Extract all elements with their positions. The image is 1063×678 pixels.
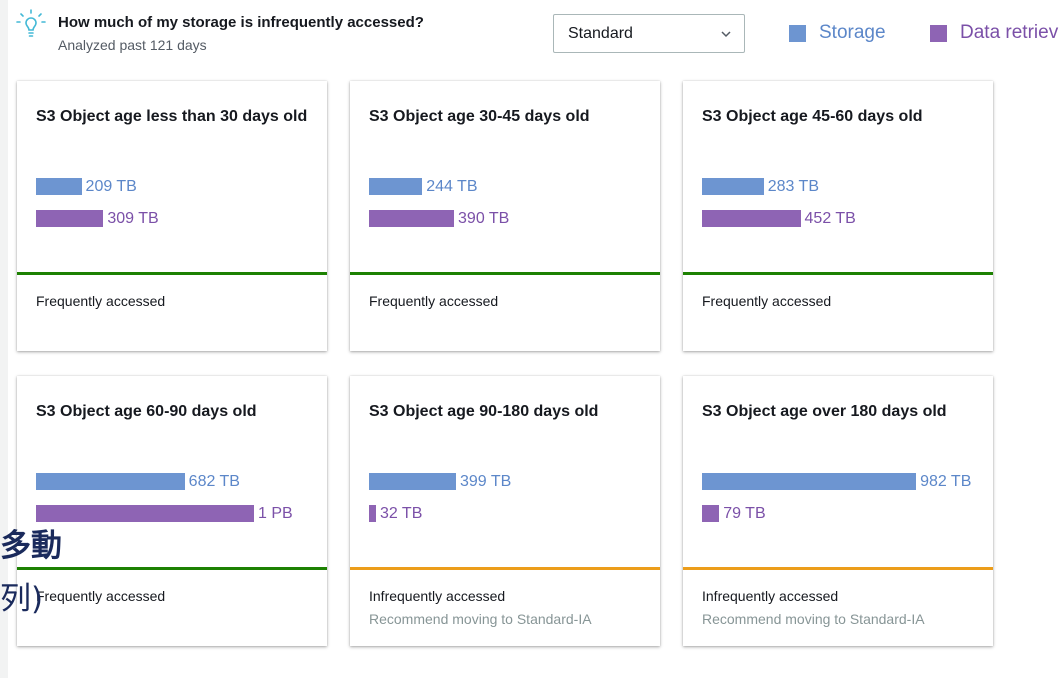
retrieval-bar bbox=[369, 210, 455, 227]
analysis-period: Analyzed past 121 days bbox=[58, 37, 207, 53]
storage-value: 982 TB bbox=[920, 473, 972, 490]
retrieval-bar bbox=[369, 505, 376, 522]
page-title: How much of my storage is infrequently a… bbox=[58, 14, 424, 31]
access-status: Frequently accessed bbox=[36, 588, 166, 604]
retrieval-bar bbox=[702, 505, 720, 522]
storage-bar bbox=[369, 473, 456, 490]
status-divider bbox=[17, 272, 327, 275]
status-divider bbox=[17, 567, 327, 570]
card-title: S3 Object age 30-45 days old bbox=[369, 108, 590, 125]
status-divider bbox=[350, 567, 660, 570]
age-card-3[interactable]: S3 Object age 60-90 days old 682 TB 1 PB… bbox=[17, 376, 327, 646]
legend-swatch-retrieval bbox=[930, 25, 947, 42]
card-title: S3 Object age 45-60 days old bbox=[702, 108, 923, 125]
age-card-2[interactable]: S3 Object age 45-60 days old 283 TB 452 … bbox=[683, 81, 993, 351]
retrieval-bar bbox=[36, 505, 254, 522]
age-card-1[interactable]: S3 Object age 30-45 days old 244 TB 390 … bbox=[350, 81, 660, 351]
retrieval-value: 390 TB bbox=[458, 210, 510, 227]
analysis-header: How much of my storage is infrequently a… bbox=[0, 0, 1063, 70]
retrieval-value: 309 TB bbox=[107, 210, 159, 227]
retrieval-bar bbox=[702, 210, 801, 227]
storage-bar bbox=[36, 178, 82, 195]
storage-bar bbox=[369, 178, 423, 195]
storage-value: 399 TB bbox=[459, 473, 512, 490]
legend-label-retrieval: Data retriev bbox=[960, 22, 1059, 43]
lightbulb-icon bbox=[16, 9, 46, 37]
legend-swatch-storage bbox=[789, 25, 806, 42]
overlay-text-line-2: 列) bbox=[0, 581, 44, 617]
overlay-text-line-1: 多動 bbox=[0, 528, 62, 564]
recommendation: Recommend moving to Standard-IA bbox=[702, 611, 925, 627]
storage-bar bbox=[702, 178, 764, 195]
storage-value: 283 TB bbox=[767, 178, 819, 195]
retrieval-value: 79 TB bbox=[723, 505, 766, 522]
legend-label-storage: Storage bbox=[819, 22, 886, 43]
retrieval-value: 1 PB bbox=[258, 505, 293, 522]
storage-class-value: Standard bbox=[568, 25, 633, 42]
access-status: Frequently accessed bbox=[702, 293, 832, 309]
age-card-0[interactable]: S3 Object age less than 30 days old 209 … bbox=[17, 81, 327, 351]
age-card-5[interactable]: S3 Object age over 180 days old 982 TB 7… bbox=[683, 376, 993, 646]
card-title: S3 Object age 90-180 days old bbox=[369, 403, 599, 420]
storage-bar bbox=[702, 473, 917, 490]
recommendation: Recommend moving to Standard-IA bbox=[369, 611, 592, 627]
storage-class-select[interactable]: Standard bbox=[553, 14, 745, 53]
storage-value: 209 TB bbox=[85, 178, 137, 195]
access-status: Frequently accessed bbox=[36, 293, 166, 309]
access-status: Infrequently accessed bbox=[369, 588, 506, 604]
card-title: S3 Object age less than 30 days old bbox=[36, 108, 308, 125]
card-title: S3 Object age over 180 days old bbox=[702, 403, 947, 420]
retrieval-value: 32 TB bbox=[379, 505, 423, 522]
card-title: S3 Object age 60-90 days old bbox=[36, 403, 257, 420]
storage-value: 682 TB bbox=[188, 473, 240, 490]
storage-value: 244 TB bbox=[426, 178, 478, 195]
access-status: Frequently accessed bbox=[369, 293, 499, 309]
access-status: Infrequently accessed bbox=[702, 588, 839, 604]
status-divider bbox=[350, 272, 660, 275]
chevron-down-icon bbox=[721, 31, 731, 38]
storage-bar bbox=[36, 473, 185, 490]
status-divider bbox=[683, 272, 993, 275]
retrieval-value: 452 TB bbox=[804, 210, 856, 227]
retrieval-bar bbox=[36, 210, 104, 227]
age-card-4[interactable]: S3 Object age 90-180 days old 399 TB 32 … bbox=[350, 376, 660, 646]
status-divider bbox=[683, 567, 993, 570]
